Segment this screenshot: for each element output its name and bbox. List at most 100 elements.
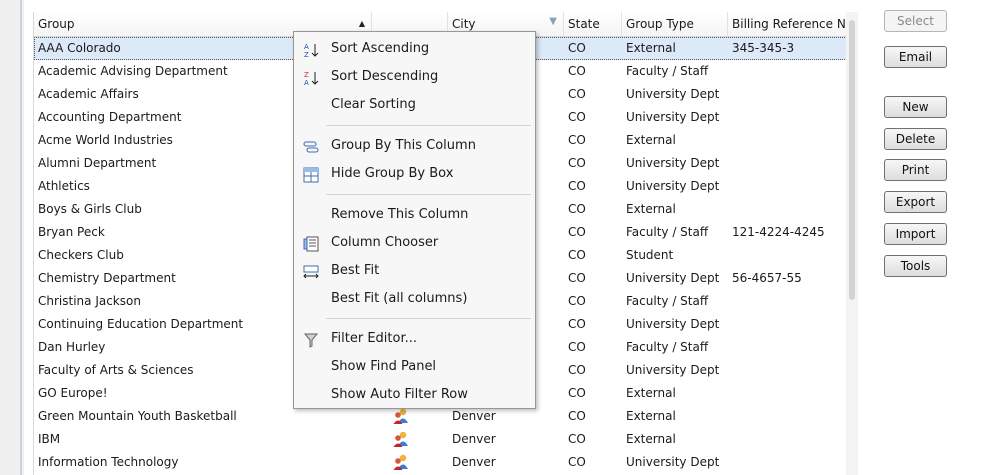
- cell-billing-reference: [728, 313, 847, 336]
- svg-text:A: A: [304, 79, 309, 86]
- cell-billing-reference: [728, 336, 847, 359]
- menu-item-label: Best Fit: [331, 263, 380, 278]
- cell-state: CO: [568, 409, 586, 423]
- table-row[interactable]: IBM Denver CO External: [34, 428, 847, 451]
- cell-group-type: External: [626, 133, 676, 147]
- cell-billing-reference: [728, 405, 847, 428]
- cell-state: CO: [568, 225, 586, 239]
- menu-item-show-find-panel[interactable]: Show Find Panel: [294, 353, 535, 381]
- filter-funnel-icon[interactable]: ▼: [549, 12, 557, 34]
- cell-group-type: University Dept: [626, 317, 720, 331]
- menu-item-best-fit[interactable]: Best Fit: [294, 257, 535, 285]
- menu-item-sort-ascending[interactable]: A Z Sort Ascending: [294, 35, 535, 63]
- menu-item-remove-column[interactable]: Remove This Column: [294, 201, 535, 229]
- menu-item-hide-group-by-box[interactable]: Hide Group By Box: [294, 160, 535, 188]
- menu-item-label: Filter Editor...: [331, 331, 418, 346]
- select-button[interactable]: Select: [884, 10, 947, 32]
- cell-group: IBM: [38, 432, 61, 446]
- cell-group-type: University Dept: [626, 110, 720, 124]
- column-header-state[interactable]: State: [564, 12, 622, 36]
- cell-billing-reference: [728, 428, 847, 451]
- cell-group-type: University Dept: [626, 363, 720, 377]
- cell-state: CO: [568, 156, 586, 170]
- cell-group-type: External: [626, 202, 676, 216]
- group-users-icon: [393, 431, 408, 447]
- export-button[interactable]: Export: [884, 191, 947, 213]
- cell-billing-reference: [728, 60, 847, 83]
- menu-item-label: Show Auto Filter Row: [331, 387, 468, 402]
- menu-item-clear-sorting[interactable]: Clear Sorting: [294, 91, 535, 119]
- column-context-menu: A Z Sort Ascending Z A Sort Descending Clear S…: [293, 31, 536, 409]
- cell-billing-reference: [728, 451, 847, 474]
- cell-state: CO: [568, 87, 586, 101]
- sort-ascending-icon: AZ: [304, 43, 319, 58]
- cell-billing-reference: [728, 359, 847, 382]
- print-button[interactable]: Print: [884, 159, 947, 181]
- cell-state: CO: [568, 133, 586, 147]
- cell-state: CO: [568, 317, 586, 331]
- menu-item-column-chooser[interactable]: Column Chooser: [294, 229, 535, 257]
- cell-state: CO: [568, 179, 586, 193]
- menu-separator: [326, 125, 531, 126]
- column-header-group-type[interactable]: Group Type: [622, 12, 728, 36]
- scrollbar-thumb[interactable]: [849, 20, 855, 300]
- delete-button[interactable]: Delete: [884, 128, 947, 150]
- cell-billing-reference: [728, 290, 847, 313]
- column-header-billing-reference[interactable]: Billing Reference N: [728, 12, 847, 36]
- cell-billing-reference: [728, 244, 847, 267]
- cell-billing-reference: [728, 106, 847, 129]
- cell-state: CO: [568, 64, 586, 78]
- cell-group-type: University Dept: [626, 87, 720, 101]
- cell-group-type: External: [626, 409, 676, 423]
- cell-group-type: External: [626, 41, 676, 55]
- email-button[interactable]: Email: [884, 46, 947, 68]
- new-button[interactable]: New: [884, 96, 947, 118]
- sort-descending-icon: ZA: [304, 71, 319, 86]
- cell-group-type: External: [626, 386, 676, 400]
- import-button[interactable]: Import: [884, 223, 947, 245]
- menu-item-show-auto-filter-row[interactable]: Show Auto Filter Row: [294, 381, 535, 409]
- cell-state: CO: [568, 248, 586, 262]
- cell-city: Denver: [452, 455, 496, 469]
- best-fit-icon: [303, 265, 319, 279]
- cell-group-type: Faculty / Staff: [626, 340, 709, 354]
- menu-separator: [326, 318, 531, 319]
- tools-button[interactable]: Tools: [884, 255, 947, 277]
- column-chooser-icon: [303, 236, 319, 252]
- cell-state: CO: [568, 294, 586, 308]
- group-by-icon: [303, 141, 319, 153]
- menu-item-label: Column Chooser: [331, 235, 439, 250]
- cell-billing-reference: [728, 152, 847, 175]
- cell-billing-reference: 345-345-3: [732, 41, 795, 55]
- cell-billing-reference: 121-4224-4245: [732, 225, 825, 239]
- menu-item-label: Sort Ascending: [331, 41, 430, 56]
- cell-billing-reference: [728, 83, 847, 106]
- svg-text:Z: Z: [304, 71, 309, 79]
- menu-item-filter-editor[interactable]: Filter Editor...: [294, 325, 535, 353]
- cell-city: Denver: [452, 432, 496, 446]
- group-box-icon: [303, 167, 319, 183]
- left-panel-edge: [0, 0, 24, 475]
- cell-group-type: University Dept: [626, 156, 720, 170]
- svg-text:A: A: [304, 43, 309, 51]
- group-users-icon: [393, 408, 408, 424]
- cell-billing-reference: [728, 175, 847, 198]
- cell-state: CO: [568, 41, 586, 55]
- table-row[interactable]: Information Technology Denver CO University…: [34, 451, 847, 474]
- menu-item-sort-descending[interactable]: Z A Sort Descending: [294, 63, 535, 91]
- cell-group-type: Student: [626, 248, 674, 262]
- cell-state: CO: [568, 271, 586, 285]
- cell-group-type: External: [626, 432, 676, 446]
- cell-group-type: Faculty / Staff: [626, 225, 709, 239]
- cell-state: CO: [568, 110, 586, 124]
- menu-item-label: Group By This Column: [331, 138, 476, 153]
- menu-item-group-by-column[interactable]: Group By This Column: [294, 132, 535, 160]
- cell-group-type: University Dept: [626, 179, 720, 193]
- menu-item-label: Remove This Column: [331, 207, 469, 222]
- svg-text:Z: Z: [304, 51, 309, 58]
- menu-item-label: Hide Group By Box: [331, 166, 454, 181]
- menu-item-best-fit-all[interactable]: Best Fit (all columns): [294, 285, 535, 313]
- cell-group: Information Technology: [38, 455, 179, 469]
- cell-group-type: University Dept: [626, 455, 720, 469]
- menu-item-label: Show Find Panel: [331, 359, 437, 374]
